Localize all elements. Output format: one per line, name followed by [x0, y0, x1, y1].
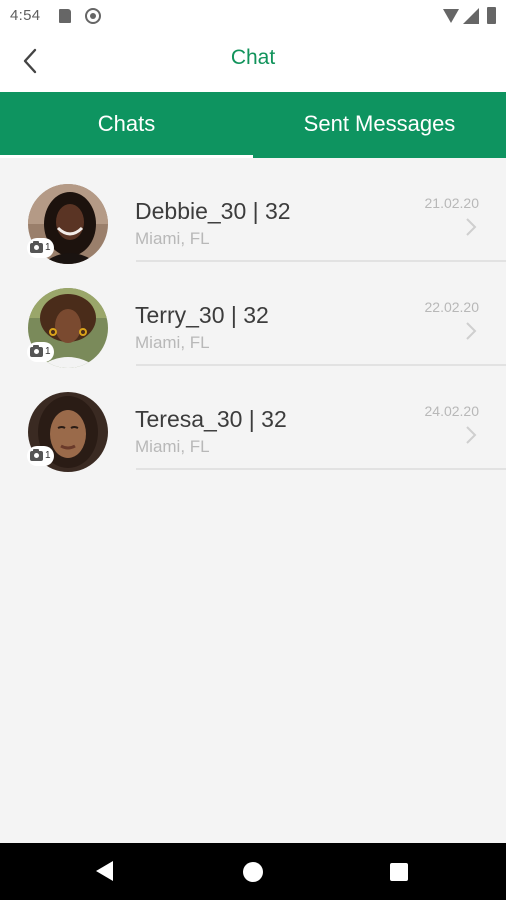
chat-item-terry[interactable]: 1 Terry_30 | 32 Miami, FL 22.02.20 [0, 262, 506, 368]
photo-count: 1 [45, 450, 51, 461]
signal-icon [463, 8, 479, 24]
chevron-right-icon [464, 216, 478, 238]
chat-date: 22.02.20 [424, 299, 480, 315]
chat-name: Teresa_30 | 32 [135, 406, 287, 432]
battery-icon [487, 7, 496, 24]
sync-icon [85, 8, 101, 24]
chat-name: Terry_30 | 32 [135, 302, 269, 328]
chat-name: Debbie_30 | 32 [135, 198, 291, 224]
chat-list: 1 Debbie_30 | 32 Miami, FL 21.02.20 1 Te… [0, 158, 506, 472]
chat-item-debbie[interactable]: 1 Debbie_30 | 32 Miami, FL 21.02.20 [0, 158, 506, 264]
chat-location: Miami, FL [135, 333, 210, 352]
system-nav-bar [0, 843, 506, 900]
status-time: 4:54 [10, 7, 41, 24]
photo-count: 1 [45, 346, 51, 357]
chevron-right-icon [464, 320, 478, 342]
nav-recents-icon[interactable] [390, 863, 408, 881]
chat-item-teresa[interactable]: 1 Teresa_30 | 32 Miami, FL 24.02.20 [0, 366, 506, 472]
status-bar: 4:54 [0, 0, 506, 32]
tab-bar: Chats Sent Messages [0, 92, 506, 158]
camera-icon [30, 449, 43, 461]
photo-count-badge: 1 [27, 238, 54, 258]
app-header: Chat [0, 32, 506, 92]
chevron-right-icon [464, 424, 478, 446]
chat-location: Miami, FL [135, 437, 210, 456]
chat-date: 24.02.20 [424, 403, 480, 419]
chat-screen: 4:54 Chat Chats Sent Messages 1 Debbie_3… [0, 0, 506, 900]
chat-date: 21.02.20 [424, 195, 480, 211]
camera-icon [30, 345, 43, 357]
camera-icon [30, 241, 43, 253]
photo-count-badge: 1 [27, 342, 54, 362]
tab-sent-messages[interactable]: Sent Messages [253, 92, 506, 158]
page-title: Chat [230, 46, 276, 69]
chat-location: Miami, FL [135, 229, 210, 248]
photo-count-badge: 1 [27, 446, 54, 466]
photo-count: 1 [45, 242, 51, 253]
nav-home-icon[interactable] [243, 862, 263, 882]
sd-card-icon [59, 9, 71, 23]
tab-chats[interactable]: Chats [0, 92, 253, 158]
wifi-icon [443, 9, 459, 23]
divider [136, 468, 506, 470]
nav-back-icon[interactable] [96, 861, 113, 881]
